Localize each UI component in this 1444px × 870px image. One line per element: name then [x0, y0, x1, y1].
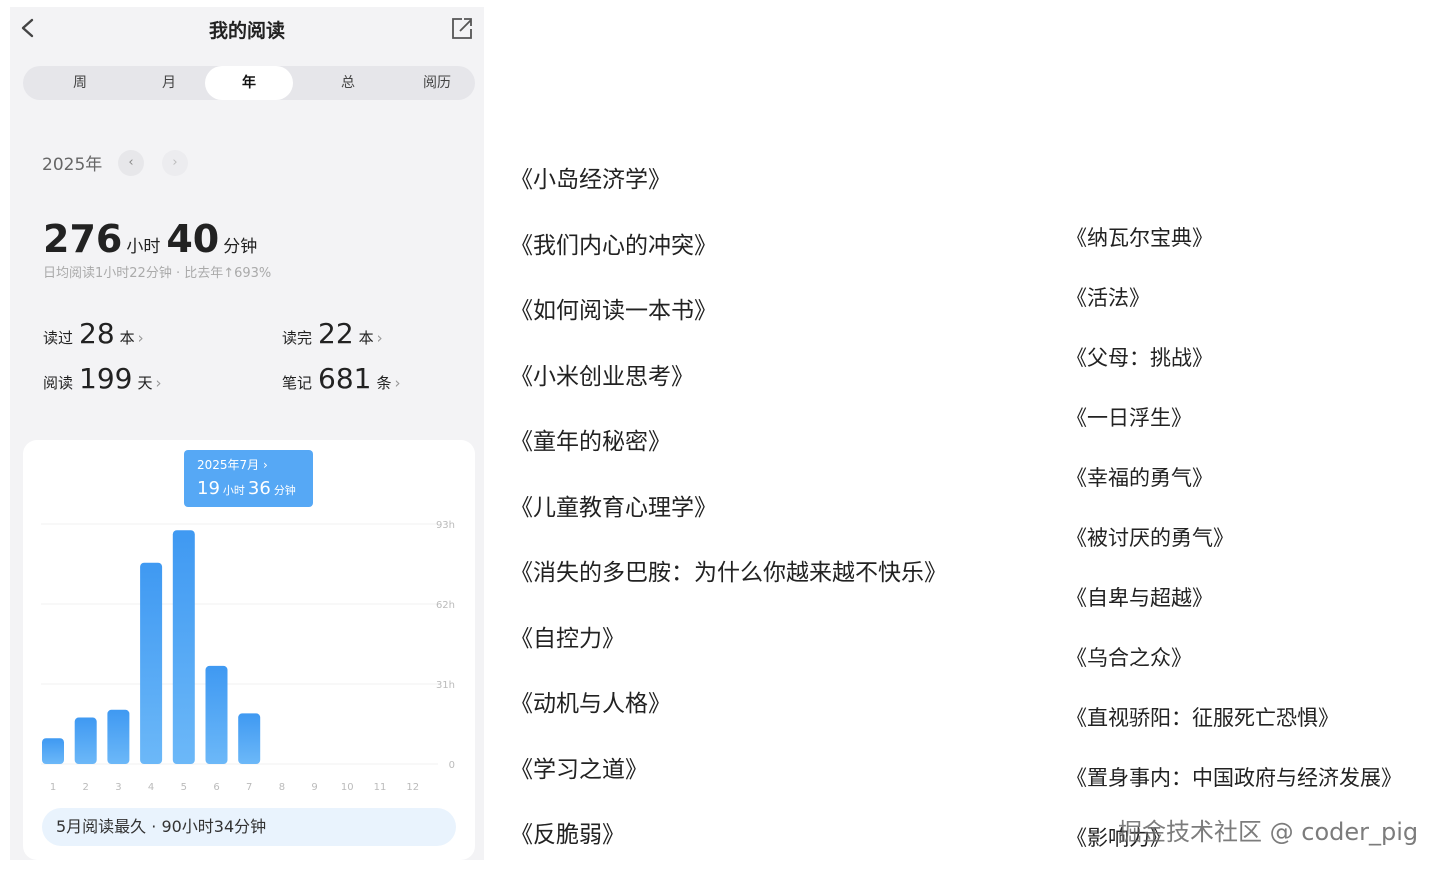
x-tick-label: 2	[83, 782, 89, 793]
book-title: 《幸福的勇气》	[1066, 466, 1213, 490]
stat-label: 阅读	[43, 374, 74, 392]
stat-value: 199	[79, 362, 133, 395]
stat-notes[interactable]: 笔记 681 条 ›	[282, 362, 400, 395]
total-minutes: 40	[166, 217, 220, 261]
stat-label: 读完	[282, 329, 313, 347]
x-tick-label: 11	[374, 782, 387, 793]
stat-unit: 本	[119, 329, 135, 347]
stat-value: 681	[318, 362, 372, 395]
daily-average-text: 日均阅读1小时22分钟 · 比去年↑693%	[43, 266, 272, 281]
book-title: 《一日浮生》	[1066, 406, 1192, 430]
chevron-right-icon: ›	[376, 329, 383, 347]
y-tick-label: 31h	[436, 680, 455, 691]
reading-stats-panel: 我的阅读 周 月 年 总 阅历 2025年 ‹ › 276 小时 40 分钟 日均阅读…	[10, 7, 484, 860]
tooltip-date: 2025年7月 ›	[197, 458, 268, 472]
year-label: 2025年	[42, 155, 103, 175]
x-tick-label: 10	[341, 782, 354, 793]
chart-tooltip[interactable]: 2025年7月 › 19 小时 36 分钟	[184, 450, 313, 507]
longest-month-summary: 5月阅读最久 · 90小时34分钟	[42, 808, 456, 846]
book-title: 《学习之道》	[510, 756, 648, 783]
tooltip-hours-unit: 小时	[222, 484, 245, 497]
x-tick-label: 7	[246, 782, 252, 793]
stat-unit: 条	[376, 374, 392, 392]
x-tick-label: 8	[279, 782, 285, 793]
stat-books-read[interactable]: 读过 28 本 ›	[43, 317, 144, 350]
chevron-right-icon: ›	[394, 374, 401, 392]
bar-month-4[interactable]	[140, 562, 163, 764]
stat-reading-days[interactable]: 阅读 199 天 ›	[43, 362, 161, 395]
book-title: 《儿童教育心理学》	[510, 494, 717, 521]
stat-value: 28	[79, 317, 115, 350]
bar-month-2[interactable]	[74, 717, 97, 764]
minutes-unit: 分钟	[223, 237, 258, 257]
bar-month-3[interactable]	[107, 709, 130, 764]
tooltip-minutes: 36	[247, 478, 271, 499]
total-reading-time: 276 小时 40 分钟	[43, 217, 263, 261]
book-title: 《被讨厌的勇气》	[1066, 526, 1234, 550]
stat-books-finished[interactable]: 读完 22 本 ›	[282, 317, 383, 350]
chevron-right-icon: ›	[137, 329, 144, 347]
watermark: 掘金技术社区 @ coder_pig	[1118, 818, 1419, 846]
bar-month-7[interactable]	[238, 713, 261, 764]
next-year-button[interactable]: ›	[162, 150, 188, 176]
bar-month-1[interactable]	[42, 738, 64, 764]
page-title: 我的阅读	[208, 20, 285, 42]
stat-label: 读过	[43, 329, 74, 347]
x-tick-label: 3	[115, 782, 121, 793]
book-title: 《小岛经济学》	[510, 167, 671, 193]
y-tick-label: 62h	[436, 600, 455, 611]
book-title: 《父母：挑战》	[1066, 346, 1213, 370]
book-title: 《童年的秘密》	[510, 429, 671, 455]
x-tick-label: 6	[213, 782, 219, 793]
book-title: 《如何阅读一本书》	[510, 298, 717, 324]
book-title: 《反脆弱》	[510, 822, 625, 848]
book-title: 《直视骄阳：征服死亡恐惧》	[1066, 706, 1339, 730]
tab-total[interactable]: 总	[304, 66, 392, 100]
y-tick-label: 0	[449, 760, 455, 771]
book-title: 《小米创业思考》	[510, 363, 694, 390]
x-tick-label: 5	[181, 782, 187, 793]
x-tick-label: 1	[50, 782, 56, 793]
book-title: 《纳瓦尔宝典》	[1066, 226, 1213, 250]
tooltip-minutes-unit: 分钟	[273, 484, 296, 497]
book-title: 《置身事内：中国政府与经济发展》	[1066, 766, 1402, 790]
stat-label: 笔记	[282, 374, 313, 392]
x-tick-label: 4	[148, 782, 154, 793]
bar-month-6[interactable]	[205, 665, 228, 764]
tab-month[interactable]: 月	[125, 66, 213, 100]
total-hours: 276	[43, 217, 123, 261]
book-title: 《自卑与超越》	[1066, 586, 1213, 610]
prev-year-button[interactable]: ‹	[118, 150, 144, 176]
y-tick-label: 93h	[436, 520, 455, 531]
x-tick-label: 9	[311, 782, 317, 793]
hours-unit: 小时	[126, 237, 161, 257]
book-title: 《动机与人格》	[510, 691, 671, 717]
x-tick-label: 12	[406, 782, 419, 793]
tab-week[interactable]: 周	[36, 66, 124, 100]
tab-year[interactable]: 年	[205, 66, 293, 100]
bar-month-5[interactable]	[172, 530, 195, 764]
tooltip-hours: 19	[197, 478, 220, 499]
tooltip-value: 19 小时 36 分钟	[197, 478, 299, 499]
top-bar: 我的阅读	[10, 7, 484, 51]
chevron-right-icon: ›	[155, 374, 162, 392]
share-icon[interactable]	[450, 15, 474, 41]
book-title: 《我们内心的冲突》	[510, 232, 717, 259]
book-title: 《活法》	[1066, 286, 1150, 310]
stat-unit: 本	[358, 329, 374, 347]
book-title: 《乌合之众》	[1066, 646, 1192, 670]
book-title: 《消失的多巴胺：为什么你越来越不快乐》	[510, 560, 947, 586]
stat-value: 22	[318, 317, 354, 350]
book-title: 《自控力》	[510, 625, 625, 652]
period-tabs: 周 月 年 总 阅历	[23, 66, 475, 100]
tab-history[interactable]: 阅历	[393, 66, 481, 100]
stat-unit: 天	[137, 374, 153, 392]
